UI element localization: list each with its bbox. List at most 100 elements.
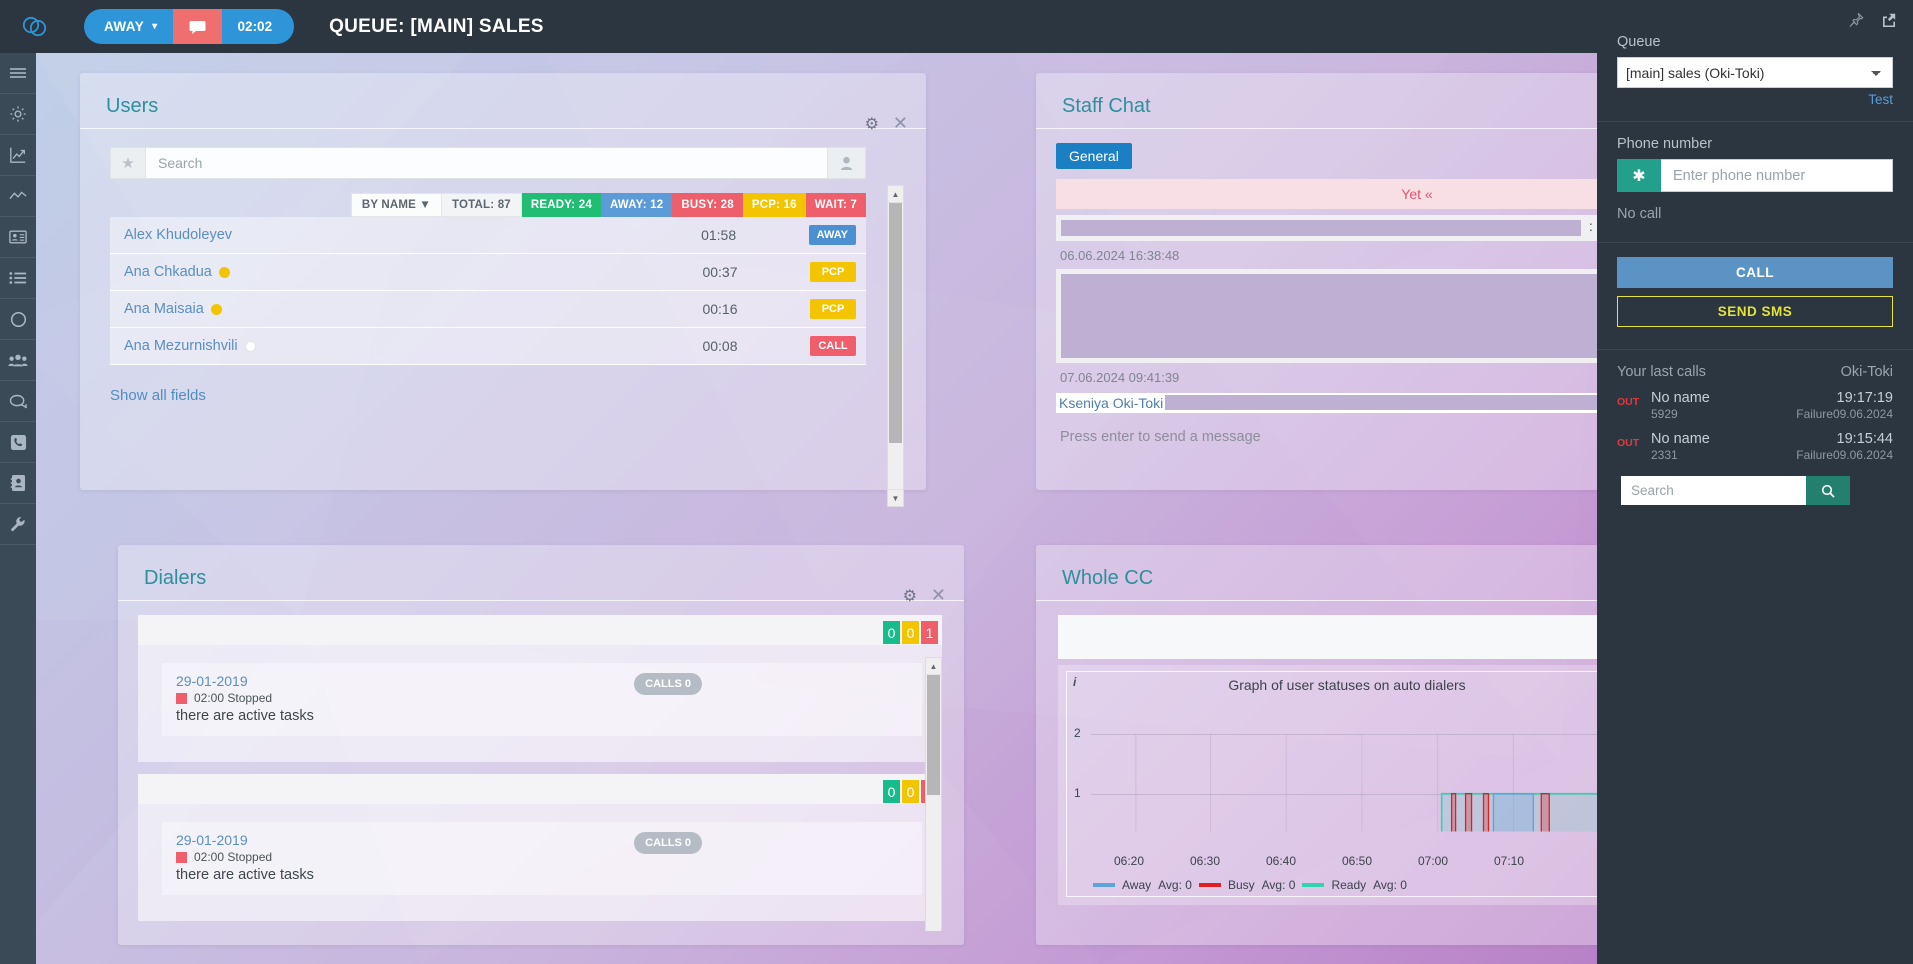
scrollbar-thumb[interactable] <box>927 675 940 795</box>
user-name-link[interactable]: Ana Mezurnishvili <box>124 338 630 354</box>
search-icon <box>1821 484 1835 498</box>
hamburger-menu-icon[interactable] <box>0 53 36 94</box>
dialer-card-header: 0 0 1 <box>138 774 942 804</box>
user-name-link[interactable]: Ana Chkadua <box>124 264 630 280</box>
asterisk-icon[interactable]: ✱ <box>1617 159 1661 192</box>
info-icon[interactable]: i <box>1073 675 1076 689</box>
chip-ready[interactable]: READY: 24 <box>521 193 601 217</box>
chip-away[interactable]: AWAY: 12 <box>600 193 673 217</box>
unread-notice[interactable]: Yet « <box>1056 179 1597 209</box>
chat-message-input[interactable]: Press enter to send a message <box>1056 429 1597 445</box>
call-result: Failure <box>1796 407 1833 421</box>
chat-bubble-icon[interactable] <box>172 9 222 44</box>
dialer-date[interactable]: 29-01-2019 <box>176 673 908 689</box>
search-input[interactable] <box>1621 476 1806 505</box>
counter-pcp: 0 <box>902 780 919 803</box>
table-row[interactable]: Ana Chkadua 00:37 PCP <box>110 254 866 291</box>
user-status-time: 01:58 <box>701 227 737 243</box>
dialers-scrollbar[interactable]: ▲ ▼ <box>925 657 942 931</box>
users-panel-body: ★ BY NAME ▼ TOTAL: 87 READY: 24 AWAY: 12… <box>80 129 926 507</box>
counter-pcp: 0 <box>902 621 919 644</box>
scroll-up-icon[interactable]: ▲ <box>888 186 903 203</box>
call-button[interactable]: CALL <box>1617 257 1893 288</box>
call-direction: OUT <box>1617 396 1640 408</box>
cc-panel-header: Whole CC <box>1036 545 1597 601</box>
legend-avg-away: Avg: 0 <box>1158 878 1192 892</box>
list-item[interactable]: OUT No name 2331 Failure 19:15:44 09.06.… <box>1617 431 1893 462</box>
search-input[interactable] <box>145 147 828 179</box>
dialer-date[interactable]: 29-01-2019 <box>176 832 908 848</box>
list-icon[interactable] <box>0 258 36 299</box>
list-item[interactable]: 0 0 1 29-01-2019 02:00 Stopped there are… <box>138 774 942 921</box>
user-status-time: 00:08 <box>702 338 738 354</box>
call-state-text: No call <box>1617 206 1662 222</box>
phone-icon[interactable] <box>0 422 36 463</box>
scroll-up-icon[interactable]: ▲ <box>926 658 941 675</box>
chip-wait[interactable]: WAIT: 7 <box>805 193 866 217</box>
external-link-icon[interactable] <box>1880 12 1897 34</box>
scrollbar-thumb[interactable] <box>889 203 902 443</box>
scroll-down-icon[interactable]: ▼ <box>888 489 903 506</box>
list-item[interactable]: 0 0 1 29-01-2019 02:00 Stopped there are… <box>138 615 942 762</box>
chat-message: : 28178 <box>1056 215 1597 241</box>
counter-ready: 0 <box>883 621 900 644</box>
user-name-link[interactable]: Ana Maisaia <box>124 301 630 317</box>
queue-select[interactable]: [main] sales (Oki-Toki) <box>1617 57 1893 88</box>
chart-up-icon[interactable] <box>0 135 36 176</box>
chart-plot <box>1135 733 1597 832</box>
dialers-panel: Dialers ⚙ ✕ 0 0 1 29-01-2019 02:00 Stopp… <box>118 545 964 945</box>
test-link[interactable]: Test <box>1617 92 1893 107</box>
search-button[interactable] <box>1806 476 1850 505</box>
legend-label-busy: Busy <box>1227 878 1255 892</box>
status-away-button[interactable]: AWAY ▾ <box>84 9 173 44</box>
person-icon[interactable] <box>828 147 866 179</box>
table-row[interactable]: Alex Khudoleyev 01:58 AWAY <box>110 217 866 254</box>
send-sms-button[interactable]: SEND SMS <box>1617 296 1893 327</box>
last-calls-section: Your last calls Oki-Toki OUT No name 592… <box>1597 364 1913 505</box>
star-icon[interactable]: ★ <box>110 147 145 179</box>
wrench-icon[interactable] <box>0 504 36 545</box>
chat-message <box>1056 269 1597 363</box>
tab-general[interactable]: General <box>1056 143 1132 169</box>
x-tick: 06:50 <box>1342 854 1373 868</box>
list-item[interactable]: OUT No name 5929 Failure 19:17:19 09.06.… <box>1617 390 1893 421</box>
line-chart-icon[interactable] <box>0 176 36 217</box>
sort-by-name-chip[interactable]: BY NAME ▼ <box>350 193 443 217</box>
chart-legend: Away Avg: 0 Busy Avg: 0 Ready Avg: 0 <box>1093 878 1407 892</box>
id-card-icon[interactable] <box>0 217 36 258</box>
chip-busy[interactable]: BUSY: 28 <box>672 193 743 217</box>
call-date: 09.06.2024 <box>1832 448 1893 462</box>
dialer-status: 02:00 Stopped <box>176 850 908 864</box>
dialers-panel-header: Dialers ⚙ ✕ <box>118 545 964 605</box>
call-number: 2331 <box>1651 448 1678 462</box>
users-panel: Users ⚙ ✕ ★ BY NAME ▼ TOTAL: 87 READY: 2… <box>80 73 926 507</box>
users-group-icon[interactable] <box>0 340 36 381</box>
table-row[interactable]: Ana Maisaia 00:16 PCP <box>110 291 866 328</box>
call-time: 19:17:19 <box>1836 390 1893 406</box>
message-timestamp: 06.06.2024 16:38:48 <box>1060 248 1180 263</box>
user-name-text: Ana Maisaia <box>124 301 204 317</box>
session-timer: 02:02 <box>221 9 295 44</box>
phone-number-input[interactable] <box>1661 159 1893 192</box>
chat-panel-title: Staff Chat <box>1062 95 1151 117</box>
message-sender[interactable]: Kseniya Oki-Toki <box>1056 393 1166 413</box>
chevron-down-icon: ▾ <box>152 21 158 32</box>
pin-icon[interactable] <box>1848 12 1864 34</box>
chip-total[interactable]: TOTAL: 87 <box>442 193 522 217</box>
address-book-icon[interactable] <box>0 463 36 504</box>
table-row[interactable]: Ana Mezurnishvili 00:08 CALL <box>110 328 866 365</box>
message-body-redacted <box>1061 220 1581 236</box>
speech-bubble-icon[interactable] <box>0 381 36 422</box>
call-info: No name 2331 Failure <box>1651 431 1833 462</box>
users-scrollbar[interactable]: ▲ ▼ <box>887 185 904 507</box>
chip-pcp[interactable]: PCP: 16 <box>742 193 806 217</box>
call-contact-name: No name <box>1651 390 1710 406</box>
dialer-card-header: 0 0 1 <box>138 615 942 645</box>
gear-icon[interactable] <box>0 94 36 135</box>
app-logo[interactable] <box>0 15 68 39</box>
dialer-status: 02:00 Stopped <box>176 691 908 705</box>
circle-icon[interactable] <box>0 299 36 340</box>
show-all-fields-link[interactable]: Show all fields <box>110 387 904 404</box>
legend-swatch-ready <box>1302 883 1325 887</box>
user-name-link[interactable]: Alex Khudoleyev <box>124 227 629 243</box>
